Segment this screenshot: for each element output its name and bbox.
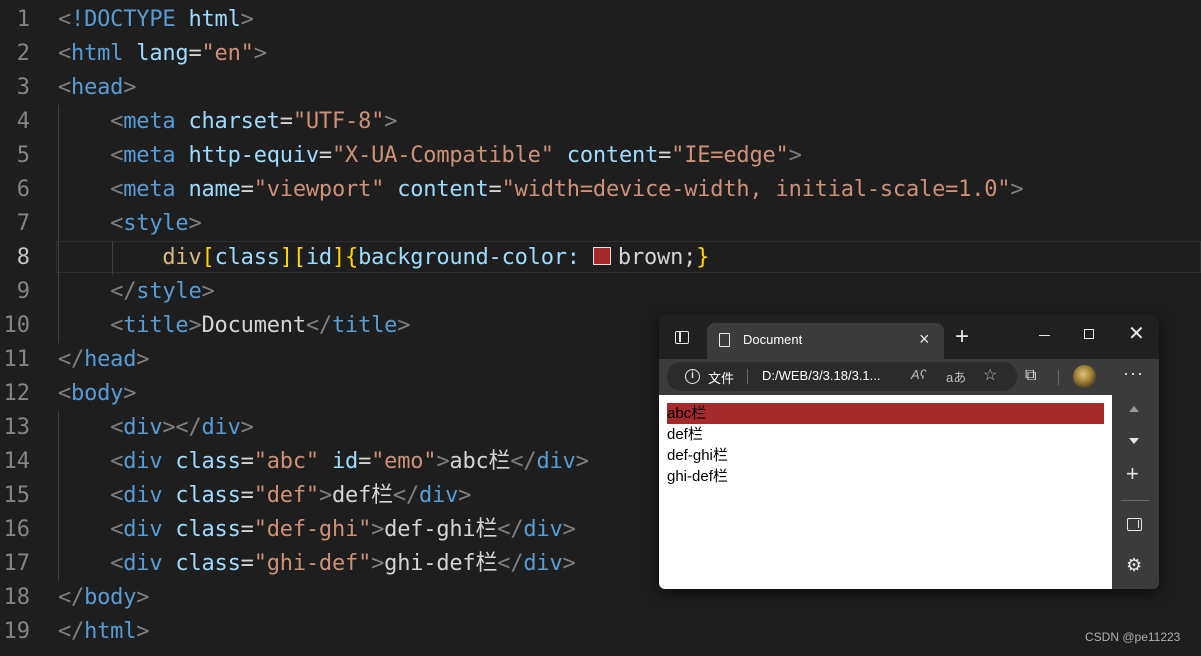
divider [1121,500,1149,501]
tab-title: Document [743,332,803,347]
code-line[interactable]: 2 <html lang="en"> [0,34,1201,68]
add-icon[interactable]: + [1126,462,1139,486]
code-line[interactable]: 1 <!DOCTYPE html> [0,0,1201,34]
div-def: def栏 [667,426,703,443]
div-def-ghi: def-ghi栏 [667,447,728,464]
scroll-down-icon[interactable] [1129,438,1139,444]
browser-window: Document × + ✕ i 文件 D:/WEB/3/3.18/3.1...… [659,315,1159,589]
page-viewport[interactable]: abc栏 def栏 def-ghi栏 ghi-def栏 [659,395,1112,589]
divider [747,369,748,384]
window-close-button[interactable]: ✕ [1128,323,1145,345]
toolbar: i 文件 D:/WEB/3/3.18/3.1... Aʕ aあ ☆ ⧉ ··· [659,359,1159,395]
code-line[interactable]: 4 <meta charset="UTF-8"> [0,102,1201,136]
div-ghi-def: ghi-def栏 [667,468,728,485]
title-bar: Document × + ✕ [659,315,1159,359]
extensions-icon[interactable]: ⧉ [1025,367,1036,385]
code-line[interactable]: 3 <head> [0,68,1201,102]
info-icon[interactable]: i [685,369,700,384]
hide-sidebar-icon[interactable] [1127,518,1142,531]
new-tab-button[interactable]: + [955,324,969,350]
minimize-button[interactable] [1039,335,1050,336]
gear-icon[interactable]: ⚙ [1126,555,1142,575]
profile-avatar[interactable] [1073,365,1096,388]
read-aloud-icon[interactable]: Aʕ [911,367,926,382]
page-content: abc栏 def栏 def-ghi栏 ghi-def栏 [667,403,1104,487]
tab-actions-icon[interactable] [675,331,689,344]
divider [1058,370,1059,385]
code-line[interactable]: 6 <meta name="viewport" content="width=d… [0,170,1201,204]
translate-icon[interactable]: aあ [946,367,966,386]
code-line[interactable]: 19 </html> [0,612,1201,646]
scroll-up-icon[interactable] [1129,406,1139,412]
code-line[interactable]: 5 <meta http-equiv="X-UA-Compatible" con… [0,136,1201,170]
maximize-button[interactable] [1084,329,1094,339]
code-text: </html> [58,619,150,644]
tab-document[interactable]: Document × [707,323,944,359]
edge-sidebar: + ⚙ [1112,395,1159,589]
document-icon [719,333,730,347]
url-text[interactable]: D:/WEB/3/3.18/3.1... [762,368,881,383]
color-swatch[interactable] [592,247,611,265]
watermark: CSDN @pe11223 [1085,630,1181,644]
add-favorite-icon[interactable]: ☆ [983,365,997,385]
address-bar[interactable]: i 文件 D:/WEB/3/3.18/3.1... Aʕ aあ ☆ [667,362,1017,391]
more-icon[interactable]: ··· [1123,363,1144,384]
code-line[interactable]: 7 <style> [0,204,1201,238]
code-line-active[interactable]: 8 div[class][id]{background-color: brown… [0,238,1201,272]
line-number: 19 [3,619,31,644]
scheme-label: 文件 [708,371,735,386]
close-icon[interactable]: × [919,329,930,349]
code-line[interactable]: 9 </style> [0,272,1201,306]
div-abc: abc栏 [667,403,1104,424]
